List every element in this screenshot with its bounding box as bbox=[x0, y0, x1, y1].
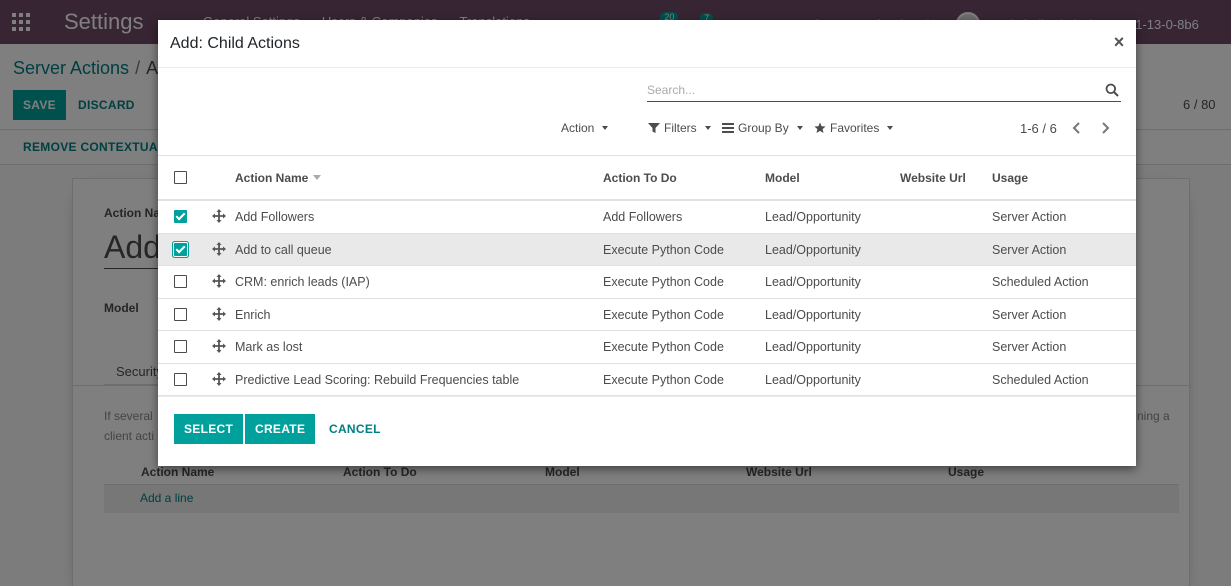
close-icon[interactable]: × bbox=[1111, 32, 1127, 52]
cell-usage: Server Action bbox=[992, 210, 1067, 224]
bars-icon bbox=[722, 123, 734, 133]
table-row[interactable]: Enrich Execute Python Code Lead/Opportunit… bbox=[158, 299, 1136, 331]
cell-action-to-do: Execute Python Code bbox=[603, 307, 724, 322]
cell-usage: Server Action bbox=[992, 242, 1067, 257]
search-icon[interactable] bbox=[1105, 83, 1119, 97]
action-dropdown-label: Action bbox=[561, 121, 595, 135]
cell-action-name: Add Followers bbox=[235, 210, 315, 224]
create-button[interactable]: CREATE bbox=[245, 414, 316, 444]
cell-model: Lead/Opportunity bbox=[765, 210, 861, 224]
group-by-dropdown[interactable]: Group By bbox=[722, 121, 803, 135]
cell-model: Lead/Opportunity bbox=[765, 275, 861, 289]
filters-label: Filters bbox=[664, 121, 697, 135]
select-all-checkbox[interactable] bbox=[174, 171, 187, 184]
cell-model: Lead/Opportunity bbox=[765, 242, 861, 257]
cell-action-name: Mark as lost bbox=[235, 340, 303, 354]
sort-caret-icon bbox=[313, 175, 322, 180]
chevron-left-icon[interactable] bbox=[1069, 119, 1085, 137]
col-website-url[interactable]: Website Url bbox=[900, 171, 966, 185]
col-usage[interactable]: Usage bbox=[992, 171, 1028, 185]
cell-action-name: CRM: enrich leads (IAP) bbox=[235, 275, 370, 289]
cell-usage: Server Action bbox=[992, 307, 1067, 322]
cell-action-name: Predictive Lead Scoring: Rebuild Frequen… bbox=[235, 372, 520, 387]
pager-value[interactable]: 1-6 / 6 bbox=[1020, 121, 1057, 136]
row-checkbox[interactable] bbox=[174, 275, 187, 288]
row-checkbox[interactable] bbox=[174, 372, 187, 386]
table-row[interactable]: Add Followers Add Followers Lead/Opportuni… bbox=[158, 201, 1136, 234]
list-body: Add Followers Add Followers Lead/Opportuni… bbox=[158, 201, 1136, 396]
drag-handle-icon[interactable] bbox=[212, 306, 226, 321]
cell-action-to-do: Add Followers bbox=[603, 210, 683, 224]
caret-down-icon bbox=[887, 126, 894, 130]
table-row[interactable]: Add to call queue Execute Python Code Lead… bbox=[158, 233, 1136, 266]
search-input[interactable] bbox=[647, 80, 1097, 100]
cell-action-to-do: Execute Python Code bbox=[603, 340, 724, 354]
caret-down-icon bbox=[704, 126, 711, 130]
favorites-label: Favorites bbox=[830, 121, 880, 135]
action-dropdown[interactable]: Action bbox=[561, 121, 609, 135]
caret-down-icon bbox=[602, 126, 609, 130]
cell-action-to-do: Execute Python Code bbox=[603, 275, 724, 289]
cell-action-to-do: Execute Python Code bbox=[603, 242, 724, 257]
col-action-to-do[interactable]: Action To Do bbox=[603, 171, 677, 185]
favorites-dropdown[interactable]: Favorites bbox=[814, 121, 894, 135]
cell-model: Lead/Opportunity bbox=[765, 372, 861, 387]
caret-down-icon bbox=[796, 126, 803, 130]
cell-usage: Server Action bbox=[992, 340, 1067, 354]
cell-action-to-do: Execute Python Code bbox=[603, 372, 724, 387]
child-actions-list: Action Name Action To Do Model Website U… bbox=[158, 155, 1136, 396]
row-checkbox[interactable] bbox=[174, 242, 187, 256]
chevron-right-icon[interactable] bbox=[1097, 119, 1113, 137]
drag-handle-icon[interactable] bbox=[212, 371, 226, 386]
table-row[interactable]: CRM: enrich leads (IAP) Execute Python Co… bbox=[158, 266, 1136, 299]
drag-handle-icon[interactable] bbox=[212, 209, 226, 223]
row-checkbox[interactable] bbox=[174, 307, 187, 321]
add-child-actions-dialog: Add: Child Actions × Action Filters Grou… bbox=[158, 20, 1136, 466]
table-row[interactable]: Mark as lost Execute Python Code Lead/Oppo… bbox=[158, 331, 1136, 364]
cell-usage: Scheduled Action bbox=[992, 372, 1089, 387]
drag-handle-icon[interactable] bbox=[212, 241, 226, 256]
drag-handle-icon[interactable] bbox=[212, 274, 226, 288]
modal-header: Add: Child Actions × bbox=[158, 20, 1136, 68]
cell-model: Lead/Opportunity bbox=[765, 307, 861, 322]
row-checkbox[interactable] bbox=[174, 210, 187, 223]
cell-model: Lead/Opportunity bbox=[765, 340, 861, 354]
modal-title: Add: Child Actions bbox=[170, 35, 300, 52]
col-model[interactable]: Model bbox=[765, 171, 800, 185]
filters-dropdown[interactable]: Filters bbox=[648, 121, 711, 135]
col-action-name[interactable]: Action Name bbox=[235, 171, 322, 185]
select-button[interactable]: SELECT bbox=[174, 414, 244, 444]
search-bar bbox=[647, 80, 1121, 102]
row-checkbox[interactable] bbox=[174, 340, 187, 353]
cancel-button[interactable]: CANCEL bbox=[319, 414, 391, 444]
list-header: Action Name Action To Do Model Website U… bbox=[158, 155, 1136, 201]
col-action-name-label: Action Name bbox=[235, 171, 309, 185]
cell-action-name: Enrich bbox=[235, 307, 271, 322]
modal-footer: SELECT CREATE CANCEL bbox=[158, 396, 1136, 466]
cell-usage: Scheduled Action bbox=[992, 275, 1089, 289]
cell-action-name: Add to call queue bbox=[235, 242, 332, 257]
group-by-label: Group By bbox=[738, 121, 789, 135]
table-row[interactable]: Predictive Lead Scoring: Rebuild Frequen… bbox=[158, 364, 1136, 396]
filter-icon bbox=[648, 123, 660, 133]
star-icon bbox=[814, 122, 826, 133]
drag-handle-icon[interactable] bbox=[212, 339, 226, 353]
